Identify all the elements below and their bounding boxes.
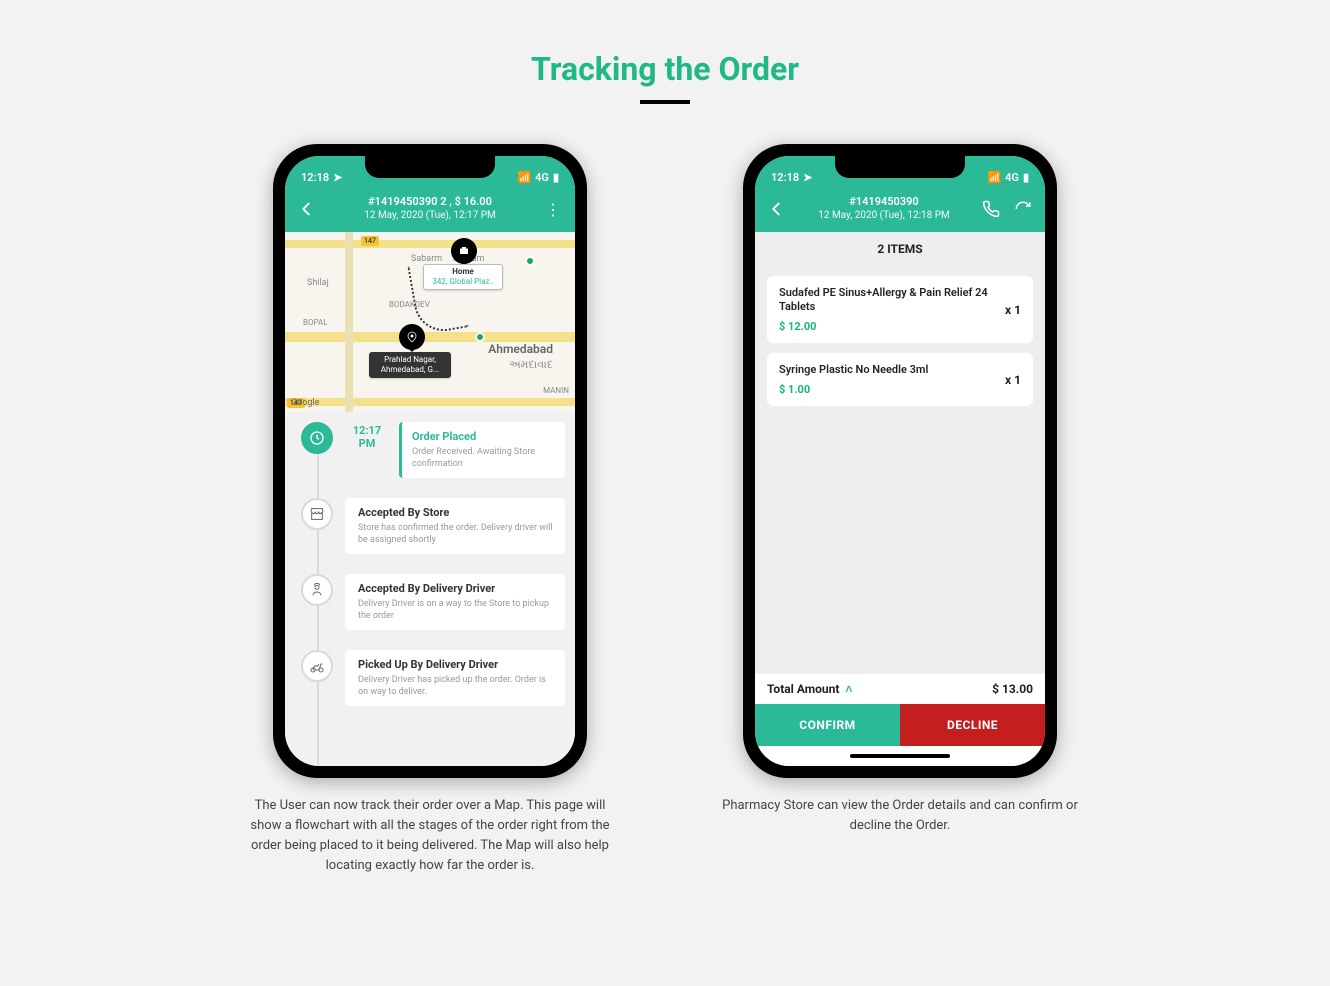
action-row: CONFIRM DECLINE [755,704,1045,746]
phone1-header-center: #1419450390 2 , $ 16.00 12 May, 2020 (Tu… [327,195,533,223]
store-icon [301,498,333,530]
timeline-step[interactable]: Picked Up By Delivery Driver Delivery Dr… [285,640,575,716]
item-qty: x 1 [1005,303,1021,317]
source-pin-icon[interactable] [399,324,425,350]
more-icon[interactable]: ⋮ [541,197,565,221]
phone1-order-title: #1419450390 2 , $ 16.00 [327,195,533,209]
map-label-shilaj: Shilaj [307,278,329,288]
phone1-frame: 12:18 ➤ 📶 4G ▮ #1419450390 2 , $ 16.00 [273,144,587,778]
timeline-step[interactable]: Accepted By Store Store has confirmed th… [285,488,575,564]
status-time: 12:18 [301,171,329,184]
map-city-label: Ahmedabad [488,342,553,356]
timeline[interactable]: 12:17PM Order Placed Order Received. Awa… [285,412,575,766]
step-desc: Order Received. Awaiting Store confirmat… [412,446,555,470]
destination-label: Home [428,267,498,277]
source-line2: Ahmedabad, G... [374,365,446,375]
page-title: Tracking the Order [0,0,1330,88]
status-time: 12:18 [771,171,799,184]
poi-dot [525,256,535,266]
destination-bubble[interactable]: Home 342, Global Plaz.. [423,264,503,290]
decline-button[interactable]: DECLINE [900,704,1045,746]
total-row[interactable]: Total Amount ˄ $ 13.00 [755,674,1045,704]
battery-icon: ▮ [553,171,559,184]
map-area[interactable]: 147 147 Sabarm Ashram Shilaj BOPAL BODAK… [285,232,575,412]
phone2-screen: 12:18 ➤ 📶 4G ▮ #1419450390 12 [755,156,1045,766]
total-value: $ 13.00 [992,682,1033,696]
title-underline [640,100,690,104]
chevron-up-icon[interactable]: ˄ [845,682,852,696]
destination-address: 342, Global Plaz.. [428,277,498,287]
source-line1: Prahlad Nagar, [374,355,446,365]
step-card: Accepted By Store Store has confirmed th… [345,498,565,554]
phone1-header: #1419450390 2 , $ 16.00 12 May, 2020 (Tu… [285,186,575,232]
google-logo: Google [291,398,319,408]
scooter-icon [301,650,333,682]
poi-dot [475,332,485,342]
step-desc: Store has confirmed the order. Delivery … [358,522,555,546]
total-label: Total Amount [767,682,839,696]
phone1-screen: 12:18 ➤ 📶 4G ▮ #1419450390 2 , $ 16.00 [285,156,575,766]
map-label-manin: MANIN [543,386,569,395]
network-label: 4G [1005,171,1019,184]
items-list[interactable]: Sudafed PE Sinus+Allergy & Pain Relief 2… [755,266,1045,674]
signal-icon: 📶 [987,171,1001,184]
battery-icon: ▮ [1023,171,1029,184]
signal-icon: 📶 [517,171,531,184]
phone2-frame: 12:18 ➤ 📶 4G ▮ #1419450390 12 [743,144,1057,778]
phone2-order-title: #1419450390 [797,195,971,209]
phone2-caption: Pharmacy Store can view the Order detail… [720,796,1080,836]
item-name: Syringe Plastic No Needle 3ml [779,363,997,377]
road-badge: 147 [361,236,379,246]
items-count-header: 2 ITEMS [755,232,1045,266]
location-arrow-icon: ➤ [333,171,342,184]
order-item[interactable]: Sudafed PE Sinus+Allergy & Pain Relief 2… [767,276,1033,343]
item-price: $ 12.00 [779,320,997,333]
phones-row: 12:18 ➤ 📶 4G ▮ #1419450390 2 , $ 16.00 [0,144,1330,876]
phone1-column: 12:18 ➤ 📶 4G ▮ #1419450390 2 , $ 16.00 [250,144,610,876]
step-card: Accepted By Delivery Driver Delivery Dri… [345,574,565,630]
step-title: Accepted By Delivery Driver [358,582,555,595]
map-label-bopal: BOPAL [303,318,328,327]
home-indicator [755,746,1045,766]
phone1-order-subtitle: 12 May, 2020 (Tue), 12:17 PM [327,209,533,223]
clock-icon [301,422,333,454]
timeline-step[interactable]: 12:17PM Order Placed Order Received. Awa… [285,412,575,488]
destination-pin-icon[interactable] [451,238,477,264]
map-city-native: અમદાવાદ [509,358,553,372]
phone1-notch [365,156,495,178]
step-card: Order Placed Order Received. Awaiting St… [399,422,565,478]
confirm-button[interactable]: CONFIRM [755,704,900,746]
back-icon[interactable] [295,197,319,221]
item-name: Sudafed PE Sinus+Allergy & Pain Relief 2… [779,286,997,314]
network-label: 4G [535,171,549,184]
driver-icon [301,574,333,606]
phone2-header: #1419450390 12 May, 2020 (Tue), 12:18 PM [755,186,1045,232]
back-icon[interactable] [765,197,789,221]
phone2-order-subtitle: 12 May, 2020 (Tue), 12:18 PM [797,209,971,223]
location-arrow-icon: ➤ [803,171,812,184]
phone2-notch [835,156,965,178]
call-icon[interactable] [979,197,1003,221]
timeline-step[interactable]: Accepted By Delivery Driver Delivery Dri… [285,564,575,640]
phone1-caption: The User can now track their order over … [250,796,610,876]
refresh-icon[interactable] [1011,197,1035,221]
item-price: $ 1.00 [779,383,997,396]
step-desc: Delivery Driver is on a way to the Store… [358,598,555,622]
source-bubble[interactable]: Prahlad Nagar, Ahmedabad, G... [369,352,451,378]
step-title: Order Placed [412,430,555,443]
phone2-column: 12:18 ➤ 📶 4G ▮ #1419450390 12 [720,144,1080,876]
step-desc: Delivery Driver has picked up the order.… [358,674,555,698]
step-time: 12:17PM [345,424,389,450]
step-title: Picked Up By Delivery Driver [358,658,555,671]
step-card: Picked Up By Delivery Driver Delivery Dr… [345,650,565,706]
step-title: Accepted By Store [358,506,555,519]
item-qty: x 1 [1005,373,1021,387]
phone2-header-center: #1419450390 12 May, 2020 (Tue), 12:18 PM [797,195,971,223]
order-item[interactable]: Syringe Plastic No Needle 3ml $ 1.00 x 1 [767,353,1033,406]
